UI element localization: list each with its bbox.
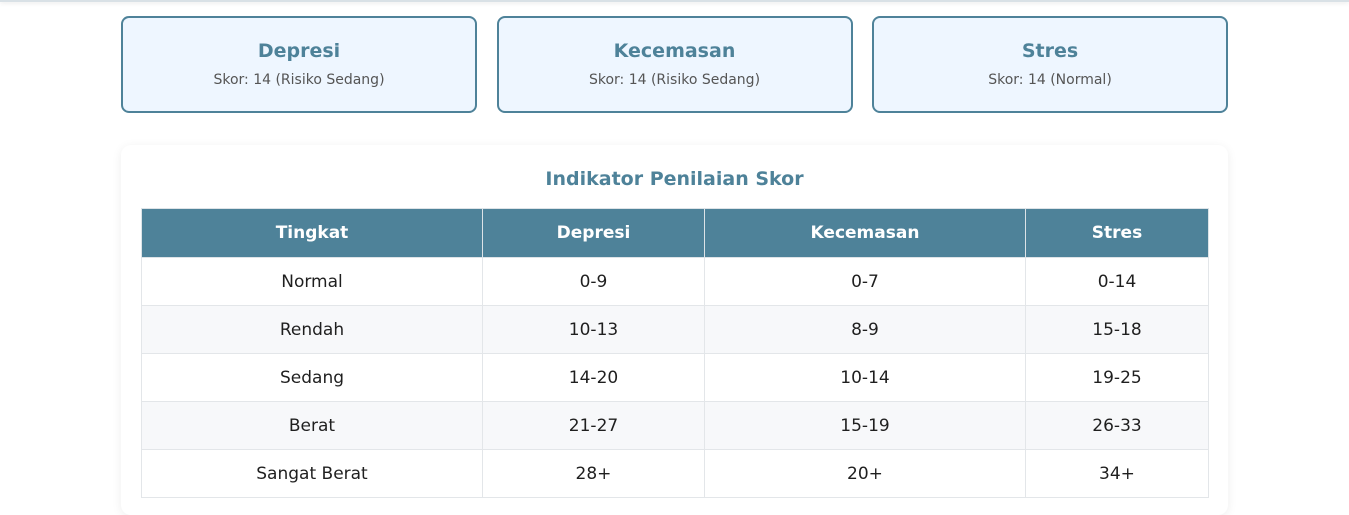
table-row: Rendah 10-13 8-9 15-18 (141, 305, 1209, 354)
score-summary-cards: Depresi Skor: 14 (Risiko Sedang) Kecemas… (121, 16, 1228, 113)
card-title: Kecemasan (613, 40, 736, 62)
table-row: Sedang 14-20 10-14 19-25 (141, 353, 1209, 402)
cell-depresi: 21-27 (482, 401, 705, 450)
card-score: Skor: 14 (Risiko Sedang) (588, 72, 761, 88)
card-title: Stres (1021, 40, 1079, 62)
cell-tingkat: Sangat Berat (141, 449, 483, 498)
cell-stres: 15-18 (1025, 305, 1209, 354)
cell-stres: 19-25 (1025, 353, 1209, 402)
card-kecemasan: Kecemasan Skor: 14 (Risiko Sedang) (496, 16, 853, 113)
cell-depresi: 10-13 (482, 305, 705, 354)
table-row: Normal 0-9 0-7 0-14 (141, 257, 1209, 306)
column-header-depresi: Depresi (482, 208, 705, 258)
cell-stres: 0-14 (1025, 257, 1209, 306)
score-indicator-table: Tingkat Depresi Kecemasan Stres Normal 0… (141, 208, 1209, 498)
table-row: Berat 21-27 15-19 26-33 (141, 401, 1209, 450)
column-header-tingkat: Tingkat (141, 208, 483, 258)
cell-kecemasan: 20+ (704, 449, 1026, 498)
cell-depresi: 14-20 (482, 353, 705, 402)
table-row: Sangat Berat 28+ 20+ 34+ (141, 449, 1209, 498)
cell-kecemasan: 10-14 (704, 353, 1026, 402)
cell-depresi: 0-9 (482, 257, 705, 306)
cell-tingkat: Berat (141, 401, 483, 450)
card-depresi: Depresi Skor: 14 (Risiko Sedang) (121, 16, 477, 113)
top-navbar-edge (0, 0, 1349, 2)
card-stres: Stres Skor: 14 (Normal) (872, 16, 1228, 113)
card-score: Skor: 14 (Risiko Sedang) (213, 72, 385, 88)
cell-kecemasan: 15-19 (704, 401, 1026, 450)
table-header-row: Tingkat Depresi Kecemasan Stres (141, 208, 1209, 258)
score-indicator-panel: Indikator Penilaian Skor Tingkat Depresi… (121, 145, 1228, 515)
card-score: Skor: 14 (Normal) (988, 72, 1112, 88)
column-header-stres: Stres (1025, 208, 1209, 258)
card-title: Depresi (257, 40, 341, 62)
cell-tingkat: Rendah (141, 305, 483, 354)
column-header-kecemasan: Kecemasan (704, 208, 1026, 258)
cell-kecemasan: 8-9 (704, 305, 1026, 354)
cell-tingkat: Normal (141, 257, 483, 306)
cell-kecemasan: 0-7 (704, 257, 1026, 306)
cell-stres: 26-33 (1025, 401, 1209, 450)
cell-tingkat: Sedang (141, 353, 483, 402)
cell-stres: 34+ (1025, 449, 1209, 498)
cell-depresi: 28+ (482, 449, 705, 498)
panel-title: Indikator Penilaian Skor (545, 168, 804, 190)
